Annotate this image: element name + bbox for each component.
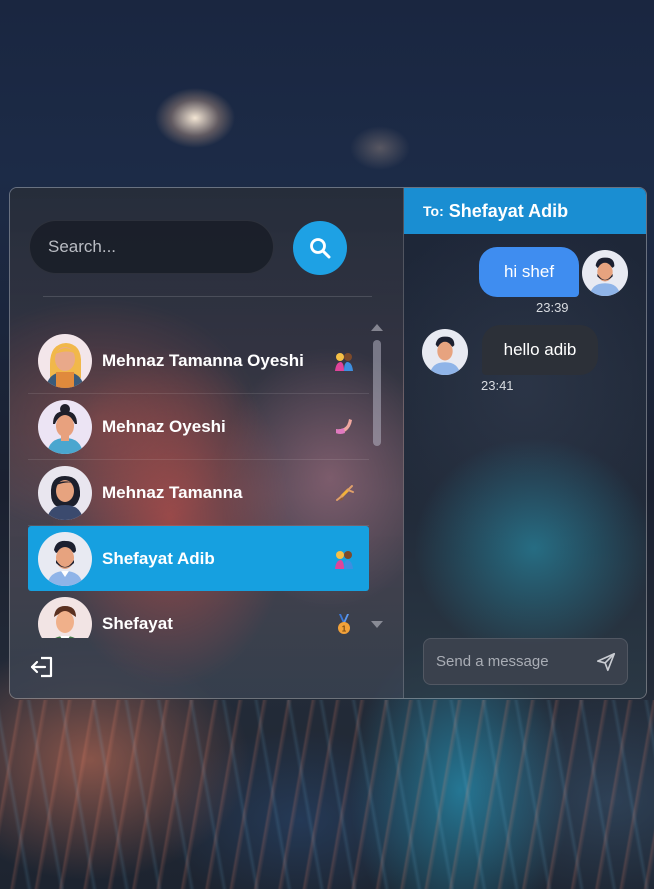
hugging-kids-emoji-icon [331,348,357,374]
man-green-shirt-avatar [38,596,92,638]
logout-icon [30,656,53,678]
contact-row[interactable]: Mehnaz Tamanna [28,460,369,526]
contact-list-scrollbar[interactable] [370,322,384,630]
scroll-down-arrow-icon[interactable] [371,621,383,628]
man-beard-avatar [38,531,92,586]
search-button[interactable] [293,221,347,275]
scroll-thumb[interactable] [373,340,381,446]
message-time: 23:41 [481,378,514,393]
message-text: hi shef [503,262,555,281]
contact-row[interactable]: Mehnaz Oyeshi [28,394,369,460]
search-icon [310,238,331,259]
contacts-panel: Mehnaz Tamanna Oyeshi [10,188,404,698]
contact-name: Shefayat [102,613,173,633]
logout-button[interactable] [29,653,57,681]
woman-dark-hair-avatar [38,465,92,520]
contact-name: Mehnaz Tamanna Oyeshi [102,350,304,370]
chat-window: Mehnaz Tamanna Oyeshi [9,187,647,699]
to-label: To: [423,203,444,219]
woman-blonde-avatar [38,333,92,388]
scroll-up-arrow-icon[interactable] [371,324,383,331]
contact-row[interactable]: Mehnaz Tamanna Oyeshi [28,328,369,394]
contact-name: Shefayat Adib [102,548,215,568]
search-input[interactable] [29,220,274,274]
man-beard-avatar [582,250,628,296]
message-time: 23:39 [536,300,569,315]
message-text: hello adib [503,340,577,359]
send-icon [596,652,616,672]
man-avatar [422,329,468,375]
svg-text:1: 1 [342,624,347,633]
send-button[interactable] [595,651,617,673]
recipient-name: Shefayat Adib [448,200,569,221]
message-input[interactable] [424,639,584,684]
woman-bun-avatar [38,399,92,454]
incoming-message-bubble: hello adib [482,325,598,375]
background-bokeh [0,700,654,889]
divider [43,296,372,297]
medal-emoji-icon: 1 [331,611,357,637]
conversation-panel: To: Shefayat Adib hi shef 23:39 hello ad… [404,188,646,698]
chat-header: To: Shefayat Adib [404,188,646,234]
contact-name: Mehnaz Oyeshi [102,416,226,436]
message-composer [423,638,628,685]
contact-list: Mehnaz Tamanna Oyeshi Mehnaz Oyeshi Mehn… [28,328,369,638]
acrobat-emoji-icon [331,480,357,506]
flexed-arm-emoji-icon [331,414,357,440]
hugging-kids-emoji-icon [331,546,357,572]
contact-row[interactable]: Shefayat 1 [28,591,369,638]
contact-row-active[interactable]: Shefayat Adib [28,526,369,591]
contact-name: Mehnaz Tamanna [102,482,243,502]
outgoing-message-bubble: hi shef [479,247,579,297]
